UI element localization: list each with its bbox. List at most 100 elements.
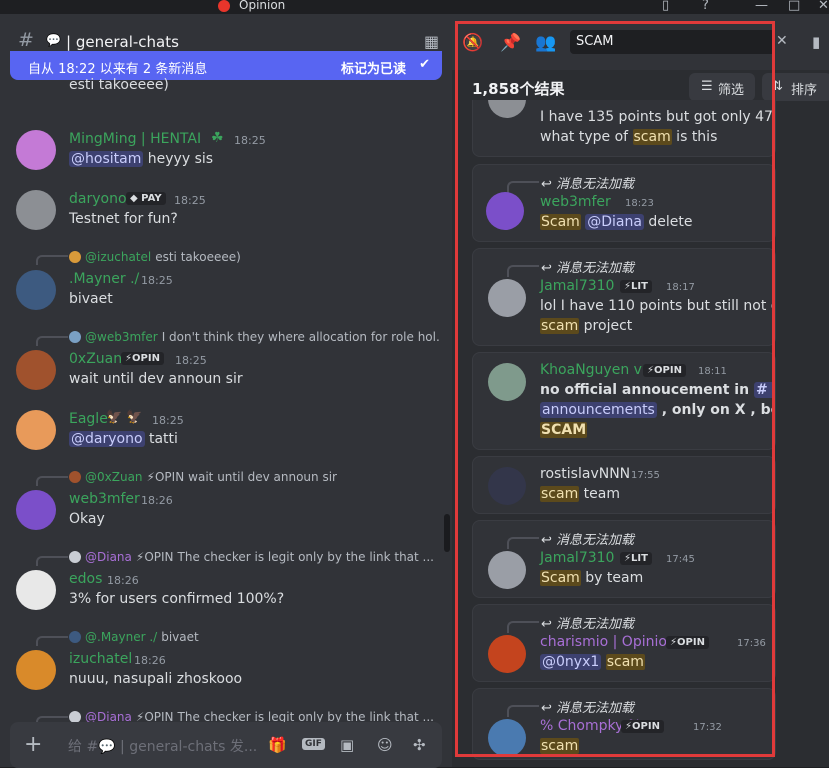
username[interactable]: 0xZuan (69, 351, 122, 367)
timestamp: 18:25 (175, 354, 207, 367)
sort-icon: ⇅ (772, 79, 783, 94)
username[interactable]: Jamal7310 (540, 550, 614, 566)
user-mention[interactable]: @0nyx1 (540, 654, 602, 670)
role-badge: ⚡OPIN (121, 352, 164, 365)
channel-mention[interactable]: # 📣 | (753, 382, 775, 398)
gift-icon[interactable]: 🎁 (268, 736, 287, 754)
avatar[interactable] (488, 467, 526, 505)
reply-preview[interactable]: @0xZuan ⚡OPIN wait until dev announ sir (69, 470, 439, 484)
gif-button[interactable]: GIF (302, 738, 325, 750)
search-result[interactable]: ↩ 消息无法加载 charismio | Opinion ⚡OPIN 17:36… (472, 604, 776, 682)
new-messages-text: 自从 18:22 以来有 2 条新消息 (28, 62, 208, 77)
mark-read-button[interactable]: 标记为已读 (341, 58, 406, 77)
user-mention[interactable]: @Diana (585, 214, 644, 230)
new-messages-bar[interactable]: 自从 18:22 以来有 2 条新消息 标记为已读 ✔ (10, 51, 442, 80)
username[interactable]: charismio | Opinion (540, 634, 676, 650)
members-icon[interactable]: 👥 (535, 33, 556, 53)
inbox-icon[interactable]: ▯ (662, 0, 669, 13)
message-text: nuuu, nasupali zhoskooo (69, 671, 243, 687)
reply-spine (36, 336, 68, 346)
mute-notifications-icon[interactable]: 🔕 (462, 33, 483, 53)
results-count: 1,858个结果 (472, 80, 565, 98)
reply-preview[interactable]: @izuchatel esti takoeeee) (69, 250, 439, 264)
search-result[interactable]: ↩ 消息无法加载 Jamal7310 ⚡LIT 17:45 Scam by te… (472, 520, 776, 598)
threads-icon[interactable]: ▦ (424, 32, 439, 51)
reply-spine (36, 255, 68, 265)
avatar[interactable] (16, 350, 56, 390)
reply-spine (36, 476, 68, 486)
avatar[interactable] (16, 490, 56, 530)
clear-search-icon[interactable]: ✕ (776, 33, 788, 49)
maximize-icon[interactable]: □ (788, 0, 800, 13)
chat-scrollbar[interactable] (444, 514, 450, 552)
avatar[interactable] (16, 410, 56, 450)
reply-avatar (69, 631, 81, 643)
pin-icon[interactable]: 📌 (500, 33, 521, 53)
result-text: Scam by team (540, 570, 644, 586)
role-badge: ◆ PAY (126, 192, 166, 205)
search-result[interactable]: I have 135 points but got only 47 token … (472, 100, 776, 157)
reply-unavailable: ↩ 消息无法加载 (541, 177, 635, 192)
avatar[interactable] (16, 570, 56, 610)
username[interactable]: Jamal7310 (540, 278, 614, 294)
minimize-icon[interactable]: — (755, 0, 768, 13)
sticker-icon[interactable]: ▣ (340, 736, 354, 754)
avatar[interactable] (16, 270, 56, 310)
avatar[interactable] (16, 650, 56, 690)
username[interactable]: rostislavNNN (540, 466, 630, 482)
apps-icon[interactable]: ✣ (413, 736, 426, 754)
username[interactable]: web3mfer (69, 491, 140, 507)
username[interactable]: Eagle (69, 411, 108, 427)
user-mention[interactable]: @hositam (69, 151, 144, 167)
result-text: @0nyx1 scam (540, 654, 645, 670)
avatar[interactable] (488, 279, 526, 317)
window-title: Opinion (239, 0, 286, 12)
timestamp: 18:25 (234, 134, 266, 147)
role-badge: ⚡OPIN (666, 636, 709, 649)
username[interactable]: daryono (69, 191, 127, 207)
bookmark-icon[interactable]: ▮ (812, 33, 820, 51)
user-mention[interactable]: @daryono (69, 431, 145, 447)
result-text: what type of scam is this (540, 129, 718, 145)
timestamp: 18:26 (107, 574, 139, 587)
avatar[interactable] (16, 190, 56, 230)
sort-button[interactable]: ⇅ 排序 (762, 73, 829, 101)
avatar[interactable] (488, 719, 526, 757)
reply-preview[interactable]: @web3mfer I don't think they where alloca… (69, 330, 439, 344)
search-result[interactable]: rostislavNNN 17:55 scam team (472, 456, 776, 514)
reply-spine (507, 621, 539, 633)
avatar[interactable] (488, 635, 526, 673)
reply-spine (507, 181, 539, 193)
add-attachment-icon[interactable]: + (24, 732, 42, 757)
username[interactable]: edos (69, 571, 102, 587)
avatar[interactable] (488, 551, 526, 589)
reply-spine (507, 537, 539, 549)
avatar[interactable] (488, 100, 526, 118)
search-result[interactable]: KhoaNguyen vn ⚡OPIN 18:11 no official an… (472, 352, 776, 450)
reply-preview[interactable]: @Diana ⚡OPIN The checker is legit only by … (69, 550, 439, 564)
username[interactable]: KhoaNguyen vn (540, 362, 651, 378)
search-result[interactable]: ↩ 消息无法加载 Jamal7310 ⚡LIT 18:17 lol I have… (472, 248, 776, 346)
search-result[interactable]: ↩ 消息无法加载 % Chompky % ⚡OPIN 17:32 scam (472, 688, 776, 760)
reply-preview[interactable]: @.Mayner ./bivaet (69, 630, 439, 644)
message-composer[interactable]: + 给 #💬 | general-chats 发... 🎁 GIF ▣ ☺ ✣ (10, 722, 442, 768)
username[interactable]: MingMing | HENTAI (69, 131, 201, 147)
channel-mention[interactable]: announcements (540, 402, 657, 418)
username[interactable]: .Mayner ./ (69, 271, 139, 287)
reply-spine (507, 265, 539, 277)
avatar[interactable] (16, 130, 56, 170)
avatar[interactable] (486, 192, 524, 230)
timestamp: 18:26 (141, 494, 173, 507)
search-result[interactable]: ↩ 消息无法加载 web3mfer 18:23 Scam @Diana dele… (472, 164, 776, 242)
help-icon[interactable]: ? (702, 0, 709, 13)
reply-spine (36, 636, 68, 646)
timestamp: 17:32 (693, 722, 722, 733)
filter-button[interactable]: ☰ 筛选 (689, 73, 755, 101)
username[interactable]: izuchatel (69, 651, 132, 667)
close-window-icon[interactable]: ✕ (818, 0, 829, 13)
timestamp: 18:11 (698, 366, 727, 377)
username[interactable]: web3mfer (540, 194, 611, 210)
avatar[interactable] (488, 363, 526, 401)
emoji-icon[interactable]: ☺ (377, 736, 393, 754)
role-badge: ⚡OPIN (643, 364, 686, 377)
